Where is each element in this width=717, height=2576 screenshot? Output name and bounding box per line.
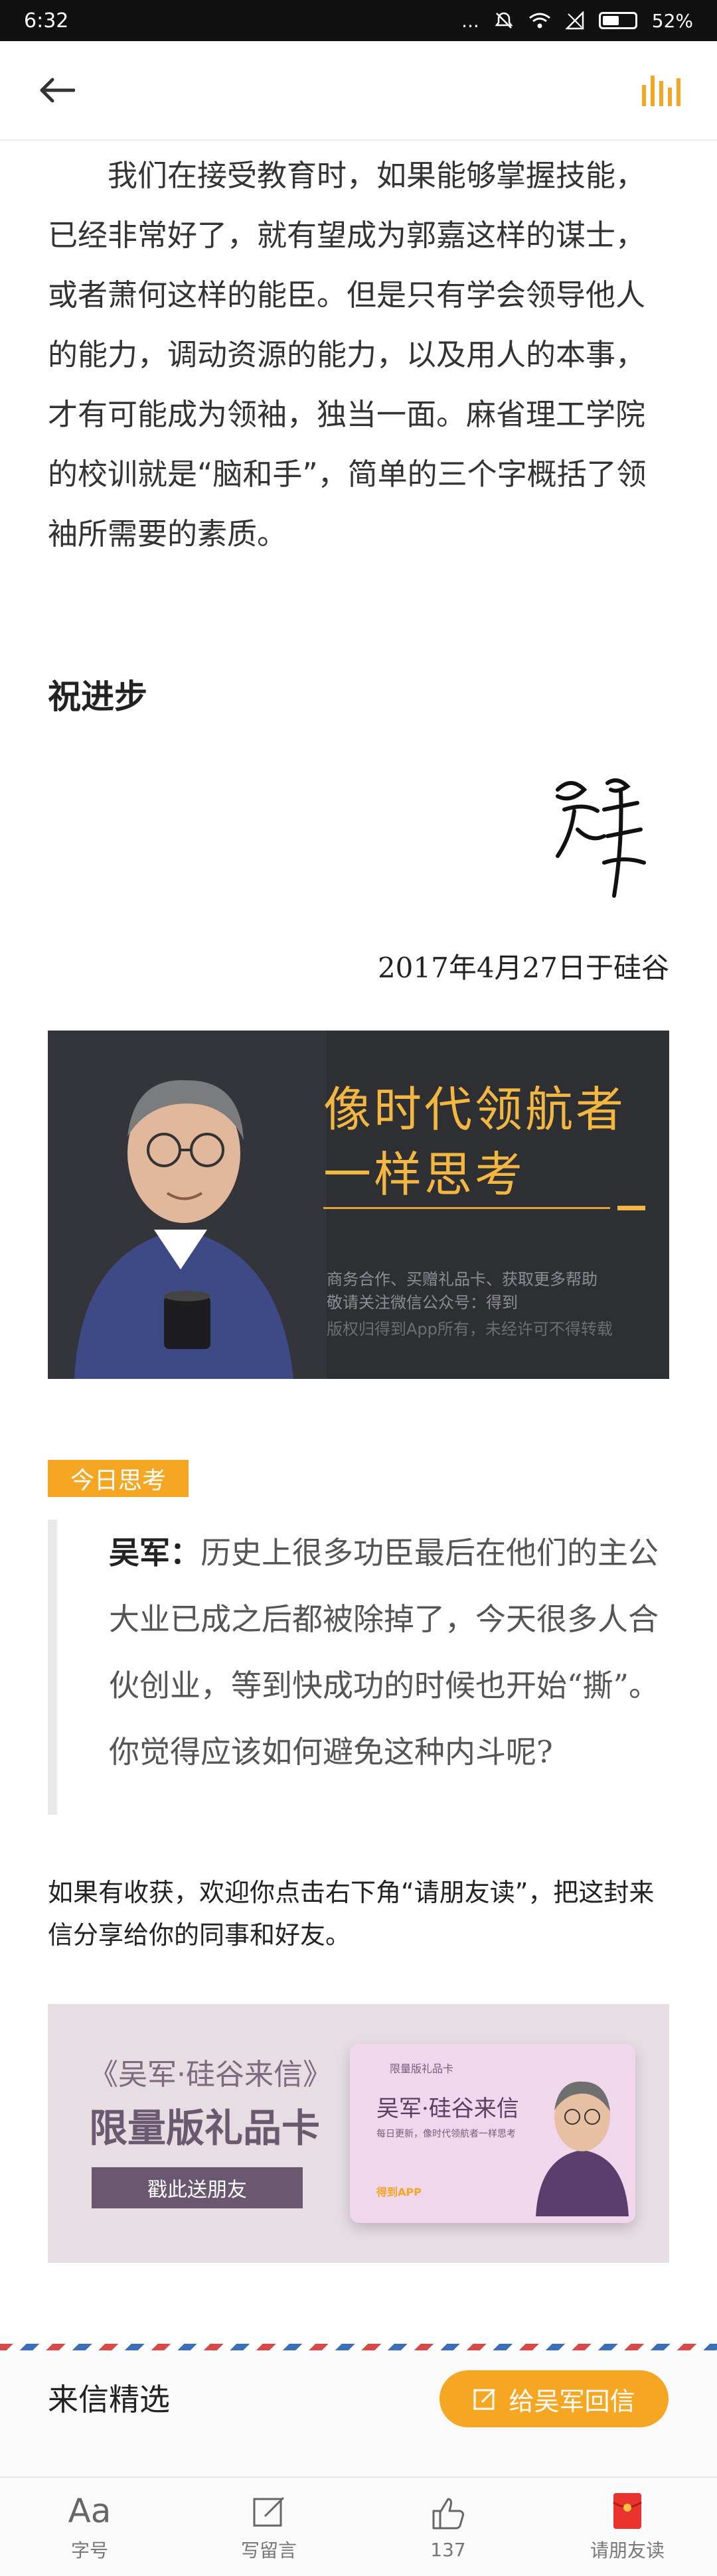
banner-title-line2: 一样思考	[323, 1147, 526, 1202]
audio-bars-icon	[642, 76, 680, 106]
card-author-portrait	[536, 2081, 629, 2216]
letter-date: 2017年4月27日于硅谷	[377, 952, 669, 984]
gift-card-subtitle: 每日更新，像时代领航者一样思考	[376, 2129, 516, 2139]
battery-icon	[598, 12, 637, 29]
thumbs-up-icon	[432, 2498, 464, 2529]
banner-rule-accent	[617, 1206, 645, 1210]
status-time: 6:32	[24, 9, 69, 33]
share-note: 如果有收获，欢迎你点击右下角“请朋友读”，把这封来信分享给你的同事和好友。	[48, 1878, 655, 1950]
gift-card-banner[interactable]: 《吴军·硅谷来信》 限量版礼品卡 戳此送朋友 限量版礼品卡 吴军·硅谷来信 每日…	[48, 2004, 669, 2263]
notification-dots: ...	[461, 9, 479, 32]
gift-card-title: 吴军·硅谷来信	[376, 2096, 519, 2122]
status-icons: ... 52%	[461, 10, 693, 32]
dedao-logo: 得到APP	[376, 2186, 422, 2198]
quote-bar	[48, 1520, 57, 1815]
tab-font-size[interactable]: Aa 字号	[0, 2478, 179, 2576]
compose-icon	[253, 2496, 285, 2527]
thinking-quote: 吴军：历史上很多功臣最后在他们的主公大业已成之后都被除掉了，今天很多人合伙创业，…	[48, 1520, 669, 1815]
banner-title-line1: 像时代领航者	[323, 1082, 627, 1137]
author-portrait	[48, 1031, 327, 1379]
tab-like[interactable]: 137	[358, 2478, 538, 2576]
tab-comment[interactable]: 写留言	[179, 2478, 358, 2576]
tab-comment-label: 写留言	[240, 2540, 297, 2561]
tab-share-friend[interactable]: 请朋友读	[538, 2478, 717, 2576]
quote-text: 吴军：历史上很多功臣最后在他们的主公大业已成之后都被除掉了，今天很多人合伙创业，…	[109, 1520, 669, 1785]
bottom-toolbar: Aa 字号 写留言 137 请朋友读	[0, 2476, 717, 2576]
wifi-icon	[528, 13, 550, 29]
audio-player-button[interactable]	[637, 67, 684, 113]
tab-share-friend-label: 请朋友读	[590, 2540, 665, 2561]
red-envelope-icon	[613, 2493, 642, 2529]
featured-letters-title[interactable]: 来信精选	[48, 2376, 170, 2419]
article-paragraph: 我们在接受教育时，如果能够掌握技能，已经非常好了，就有望成为郭嘉这样的谋士，或者…	[48, 158, 647, 551]
closing-greeting: 祝进步	[48, 678, 147, 716]
gift-banner-subtitle: 限量版礼品卡	[89, 2106, 321, 2151]
article-body: 我们在接受教育时，如果能够掌握技能，已经非常好了，就有望成为郭嘉这样的谋士，或者…	[48, 146, 669, 564]
send-to-friend-button[interactable]: 戳此送朋友	[92, 2167, 303, 2208]
promo-banner[interactable]: 像时代领航者 一样思考 商务合作、买赠礼品卡、获取更多帮助 敬请关注微信公众号：…	[48, 1031, 669, 1379]
like-count: 137	[430, 2538, 466, 2561]
banner-small-text-1: 商务合作、买赠礼品卡、获取更多帮助	[327, 1270, 598, 1289]
reply-button[interactable]: 给吴军回信	[439, 2370, 669, 2427]
app-bar	[0, 41, 717, 141]
gift-banner-title: 《吴军·硅谷来信》	[89, 2058, 332, 2092]
mute-icon	[495, 12, 513, 29]
today-thinking-tag: 今日思考	[48, 1460, 189, 1497]
reply-button-label: 给吴军回信	[509, 2386, 635, 2416]
quote-author: 吴军：	[109, 1535, 200, 1571]
gift-card-top-label: 限量版礼品卡	[390, 2062, 454, 2075]
edit-icon	[473, 2388, 496, 2410]
banner-small-text-3: 版权归得到App所有，未经许可不得转载	[327, 1320, 613, 1338]
gift-card-image: 限量版礼品卡 吴军·硅谷来信 每日更新，像时代领航者一样思考 得到APP	[350, 2044, 635, 2223]
banner-small-text-2: 敬请关注微信公众号：得到	[327, 1293, 518, 1312]
bottom-panel: 来信精选 给吴军回信 Aa 字号 写留言 137 请朋友读	[0, 2350, 717, 2576]
signature-image	[556, 778, 646, 898]
status-bar: 6:32 ... 52%	[0, 0, 717, 41]
airmail-divider	[0, 2344, 717, 2350]
battery-percent: 52%	[651, 9, 693, 32]
banner-rule	[323, 1207, 610, 1209]
tab-font-size-label: 字号	[70, 2540, 108, 2561]
font-size-icon: Aa	[68, 2492, 112, 2530]
arrow-left-icon	[40, 78, 75, 103]
banner-title: 像时代领航者 一样思考	[323, 1077, 626, 1207]
back-button[interactable]	[33, 67, 80, 113]
no-sim-icon	[565, 11, 584, 30]
